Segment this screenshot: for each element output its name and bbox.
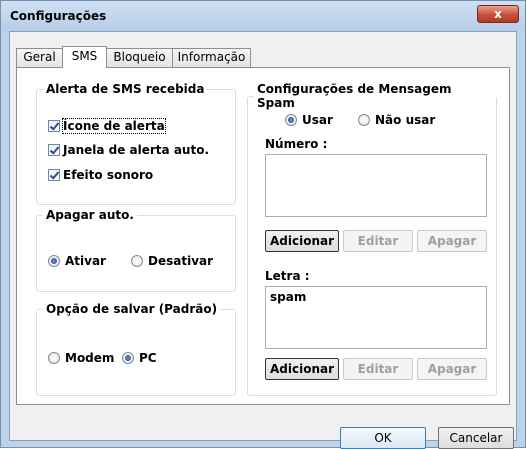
letter-edit-button[interactable]: Editar	[343, 358, 413, 380]
sound-effect-checkbox[interactable]: Efeito sonoro	[48, 168, 153, 182]
auto-delete-legend: Apagar auto.	[46, 208, 134, 222]
alert-icon-label: Ícone de alerta	[62, 118, 166, 134]
save-modem-label: Modem	[65, 351, 115, 365]
save-option-group: Opção de salvar (Padrão)	[36, 302, 236, 396]
number-list[interactable]	[265, 154, 487, 217]
radio-unselected-icon	[358, 114, 370, 126]
auto-delete-off-radio[interactable]: Desativar	[131, 254, 213, 268]
save-option-legend: Opção de salvar (Padrão)	[46, 302, 218, 316]
tab-informacao[interactable]: Informação	[172, 48, 251, 67]
number-add-button[interactable]: Adicionar	[265, 230, 339, 252]
auto-alert-window-checkbox[interactable]: Janela de alerta auto.	[48, 143, 209, 157]
window-title: Configurações	[10, 9, 107, 23]
save-pc-label: PC	[139, 351, 157, 365]
letter-label: Letra :	[265, 269, 310, 283]
auto-delete-group: Apagar auto.	[36, 208, 236, 292]
radio-selected-icon	[48, 255, 60, 267]
checkbox-checked-icon	[48, 169, 60, 181]
spam-settings-legend: Configurações de Mensagem Spam	[257, 82, 452, 110]
tab-geral[interactable]: Geral	[16, 48, 63, 67]
radio-unselected-icon	[48, 352, 60, 364]
letter-list[interactable]: spam	[265, 286, 487, 349]
radio-selected-icon	[122, 352, 134, 364]
spam-use-label: Usar	[302, 113, 333, 127]
spam-not-use-radio[interactable]: Não usar	[358, 113, 435, 127]
settings-window: Configurações x Geral SMS Bloqueio Infor…	[0, 0, 526, 449]
auto-delete-off-label: Desativar	[148, 254, 214, 268]
number-delete-button[interactable]: Apagar	[417, 230, 487, 252]
spam-not-use-label: Não usar	[375, 113, 436, 127]
number-label: Número :	[265, 137, 328, 151]
auto-delete-on-label: Ativar	[65, 254, 106, 268]
dialog-body: Geral SMS Bloqueio Informação Alerta de …	[9, 31, 517, 449]
save-pc-radio[interactable]: PC	[122, 351, 157, 365]
letter-add-button[interactable]: Adicionar	[265, 358, 339, 380]
auto-delete-on-radio[interactable]: Ativar	[48, 254, 106, 268]
close-icon: x	[494, 7, 502, 21]
letter-delete-button[interactable]: Apagar	[417, 358, 487, 380]
alert-icon-checkbox[interactable]: Ícone de alerta	[48, 118, 166, 134]
sms-tab-panel: Alerta de SMS recebida Ícone de alerta J…	[16, 67, 510, 405]
checkbox-checked-icon	[48, 120, 60, 132]
radio-unselected-icon	[131, 255, 143, 267]
cancel-button[interactable]: Cancelar	[438, 427, 514, 449]
auto-alert-window-label: Janela de alerta auto.	[63, 143, 209, 157]
number-edit-button[interactable]: Editar	[343, 230, 413, 252]
tab-sms[interactable]: SMS	[62, 46, 107, 68]
ok-button[interactable]: OK	[340, 427, 426, 449]
save-modem-radio[interactable]: Modem	[48, 351, 114, 365]
close-button[interactable]: x	[477, 5, 519, 23]
tab-bloqueio[interactable]: Bloqueio	[106, 48, 173, 67]
spam-use-radio[interactable]: Usar	[285, 113, 333, 127]
checkbox-checked-icon	[48, 144, 60, 156]
letter-list-item[interactable]: spam	[270, 290, 306, 304]
radio-selected-icon	[285, 114, 297, 126]
title-bar[interactable]: Configurações x	[1, 1, 525, 31]
sms-alert-legend: Alerta de SMS recebida	[46, 82, 205, 96]
sound-effect-label: Efeito sonoro	[63, 168, 154, 182]
